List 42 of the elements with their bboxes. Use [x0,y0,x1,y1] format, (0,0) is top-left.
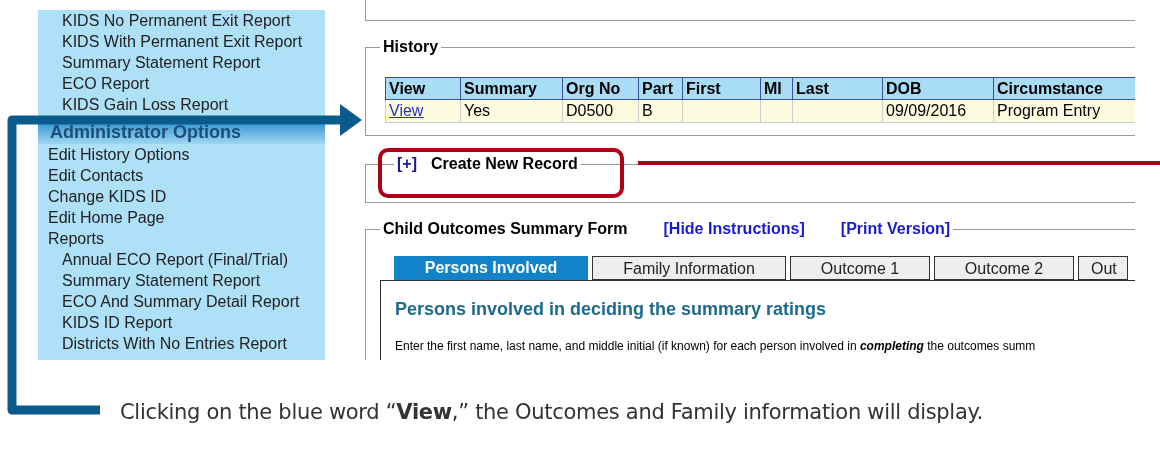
column-header: First [682,77,761,100]
sidebar-link[interactable]: KIDS No Permanent Exit Report [38,10,325,31]
form-tab[interactable]: Persons Involved [394,256,588,280]
section-legend: Child Outcomes Summary Form [383,219,628,239]
column-header: Org No [562,77,639,100]
action-link[interactable]: [Hide Instructions] [663,219,805,239]
column-header: Last [792,77,883,100]
table-cell: D0500 [562,99,639,123]
table-cell: Yes [460,99,563,123]
expand-toggle[interactable]: [+] [397,153,417,174]
column-header: MI [760,77,793,100]
sidebar-link[interactable]: ECO And Summary Detail Report [38,291,325,312]
table-cell: B [638,99,683,123]
sidebar-link[interactable]: Reports [38,228,325,249]
table-cell: 09/09/2016 [882,99,994,123]
sidebar-link[interactable]: Summary Statement Report [38,52,325,73]
form-tab[interactable]: Family Information [592,256,786,280]
sidebar-link[interactable]: KIDS With Permanent Exit Report [38,31,325,52]
sidebar-link[interactable]: Districts With No Entries Report [38,333,325,354]
caption-text: Clicking on the blue word “View,” the Outcomes and Family information will display. [120,399,984,426]
section-legend: Create New Record [431,153,578,174]
column-header: Summary [460,77,563,100]
column-header: Part [638,77,683,100]
sidebar-link[interactable]: Change KIDS ID [38,186,325,207]
table-cell [760,99,793,123]
sidebar-link[interactable]: Edit History Options [38,144,325,165]
sidebar-link[interactable]: KIDS Gain Loss Report [38,94,325,115]
sidebar-link[interactable]: KIDS ID Report [38,312,325,333]
column-header: Circumstance [993,77,1135,100]
column-header: View [385,77,461,100]
form-tab[interactable]: Outcome 1 [790,256,930,280]
panel-heading: Persons involved in deciding the summary ratings [395,298,828,321]
sidebar-link[interactable]: Edit Contacts [38,165,325,186]
column-header: DOB [882,77,994,100]
form-tab[interactable]: Outcome 2 [934,256,1074,280]
instruction-text: Enter the first name, last name, and middle initial (if known) for each person involved in completing the outcomes summ [395,338,1037,355]
sidebar-link[interactable]: Annual ECO Report (Final/Trial) [38,249,325,270]
sidebar-link[interactable]: Edit Home Page [38,207,325,228]
sidebar-link[interactable]: ECO Report [38,73,325,94]
form-tab[interactable]: Out [1078,256,1128,280]
action-link[interactable]: [Print Version] [840,219,951,239]
sidebar-link[interactable]: Summary Statement Report [38,270,325,291]
